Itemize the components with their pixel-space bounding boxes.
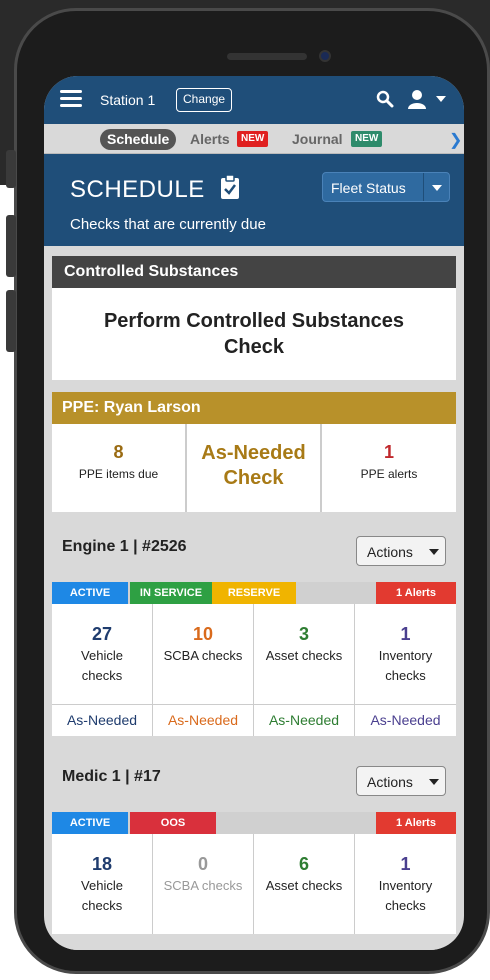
actions-dropdown-button[interactable]: Actions	[356, 766, 446, 796]
page-title: SCHEDULE	[70, 176, 205, 203]
vehicle-card-header: Medic 1 | #17 Actions	[52, 754, 456, 806]
search-icon[interactable]	[376, 90, 394, 108]
schedule-header: SCHEDULE Checks that are currently due F…	[44, 154, 464, 246]
ppe-alerts[interactable]: 1 PPE alerts	[322, 424, 456, 512]
status-badge-in-service: IN SERVICE	[130, 582, 212, 604]
divider	[423, 173, 424, 201]
actions-label: Actions	[367, 544, 413, 560]
status-badge-active: ACTIVE	[52, 812, 128, 834]
page-subtitle: Checks that are currently due	[70, 216, 266, 233]
metric-label: SCBA checks	[163, 878, 243, 893]
ppe-items-due[interactable]: 8 PPE items due	[52, 424, 185, 512]
tab-bar: Schedule Alerts NEW Journal NEW ❯	[44, 124, 464, 154]
status-badge-active: ACTIVE	[52, 582, 128, 604]
status-row: ACTIVE OOS 1 Alerts	[52, 812, 456, 834]
scba-checks[interactable]: 10 SCBA checks	[153, 604, 254, 704]
status-badge-reserve: RESERVE	[212, 582, 296, 604]
ppe-items-due-label: PPE items due	[78, 467, 159, 481]
caret-down-icon[interactable]	[436, 96, 446, 102]
card-title: PPE: Ryan Larson	[52, 392, 456, 424]
vehicle-checks[interactable]: 18 Vehicle checks	[52, 834, 153, 934]
vehicle-asneeded-link[interactable]: As-Needed	[52, 704, 153, 736]
metric-label: Inventory	[378, 648, 433, 663]
metric-label: Asset checks	[265, 878, 343, 893]
ppe-asneeded-text: Check	[223, 467, 284, 489]
actions-label: Actions	[367, 774, 413, 790]
chevron-right-icon[interactable]: ❯	[449, 130, 462, 150]
metric-label: Inventory	[378, 878, 433, 893]
card-title: Controlled Substances	[52, 256, 456, 288]
scba-asneeded-link[interactable]: As-Needed	[153, 704, 254, 736]
alerts-new-badge: NEW	[237, 131, 269, 147]
caret-down-icon[interactable]	[432, 185, 442, 191]
metric-label: Asset checks	[265, 648, 343, 663]
asset-asneeded-link[interactable]: As-Needed	[254, 704, 355, 736]
asset-checks[interactable]: 6 Asset checks	[254, 834, 355, 934]
vehicle-card-medic: Medic 1 | #17 Actions ACTIVE OOS 1 Alert…	[52, 754, 456, 950]
action-text: Check	[223, 336, 285, 358]
alerts-badge[interactable]: 1 Alerts	[376, 582, 456, 604]
metric-count: 10	[192, 624, 214, 644]
hamburger-icon[interactable]	[60, 90, 82, 108]
inventory-asneeded-link[interactable]: As-Needed	[355, 704, 456, 736]
ppe-alerts-label: PPE alerts	[360, 467, 418, 481]
vehicle-title: Medic 1 | #17	[62, 768, 161, 785]
metric-count: 1	[400, 854, 411, 874]
metric-count: 0	[197, 854, 208, 874]
metric-count: 1	[400, 624, 411, 644]
metric-count: 3	[298, 624, 309, 644]
asset-checks[interactable]: 3 Asset checks	[254, 604, 355, 704]
fleet-status-label: Fleet Status	[331, 180, 406, 196]
metric-label: checks	[81, 668, 123, 683]
journal-new-badge: NEW	[351, 131, 383, 147]
inventory-checks[interactable]: 1 Inventory checks	[355, 604, 456, 704]
actions-dropdown-button[interactable]: Actions	[356, 536, 446, 566]
ppe-items-due-count: 8	[113, 442, 124, 462]
metric-label: checks	[385, 668, 426, 683]
tab-alerts[interactable]: Alerts	[190, 131, 230, 147]
metric-label: checks	[385, 898, 426, 913]
ppe-card: PPE: Ryan Larson 8 PPE items due As-Need…	[52, 392, 456, 512]
phone-side-button	[6, 150, 16, 188]
metric-count: 27	[91, 624, 113, 644]
vehicle-card-header: Engine 1 | #2526 Actions	[52, 524, 456, 576]
change-station-button[interactable]: Change	[176, 88, 233, 112]
metric-label: SCBA checks	[163, 648, 243, 663]
metric-label: Vehicle	[81, 648, 123, 663]
status-row: ACTIVE IN SERVICE RESERVE 1 Alerts	[52, 582, 456, 604]
user-icon[interactable]	[406, 88, 428, 110]
vehicle-card-engine: Engine 1 | #2526 Actions ACTIVE IN SERVI…	[52, 524, 456, 736]
ppe-asneeded-check-button[interactable]: As-Needed Check	[187, 424, 320, 512]
phone-side-button	[6, 290, 16, 352]
controlled-substances-card: Controlled Substances Perform Controlled…	[52, 256, 456, 380]
app-screen: Station 1 Change Schedule Alerts NEW Jou…	[44, 76, 464, 950]
scba-checks[interactable]: 0 SCBA checks	[153, 834, 254, 934]
metric-label: Vehicle	[81, 878, 123, 893]
clipboard-check-icon	[221, 174, 239, 199]
tab-journal[interactable]: Journal	[292, 131, 343, 147]
action-text: Perform Controlled Substances	[103, 310, 405, 332]
fleet-status-button[interactable]: Fleet Status	[322, 172, 450, 202]
ppe-asneeded-text: As-Needed	[201, 442, 306, 464]
phone-camera	[319, 50, 331, 62]
alerts-badge[interactable]: 1 Alerts	[376, 812, 456, 834]
caret-down-icon	[429, 549, 439, 555]
vehicle-checks[interactable]: 27 Vehicle checks	[52, 604, 153, 704]
tab-schedule[interactable]: Schedule	[100, 129, 177, 150]
metric-count: 6	[298, 854, 309, 874]
top-navbar: Station 1 Change	[44, 76, 464, 124]
caret-down-icon	[429, 779, 439, 785]
phone-side-button	[6, 215, 16, 277]
vehicle-title: Engine 1 | #2526	[62, 538, 187, 555]
status-badge-oos: OOS	[130, 812, 216, 834]
station-name: Station 1	[100, 92, 156, 108]
metric-count: 18	[91, 854, 113, 874]
phone-speaker	[227, 53, 307, 60]
ppe-alerts-count: 1	[383, 442, 394, 462]
inventory-checks[interactable]: 1 Inventory checks	[355, 834, 456, 934]
controlled-substances-check-button[interactable]: Perform Controlled Substances Check	[52, 288, 456, 380]
metric-label: checks	[81, 898, 123, 913]
